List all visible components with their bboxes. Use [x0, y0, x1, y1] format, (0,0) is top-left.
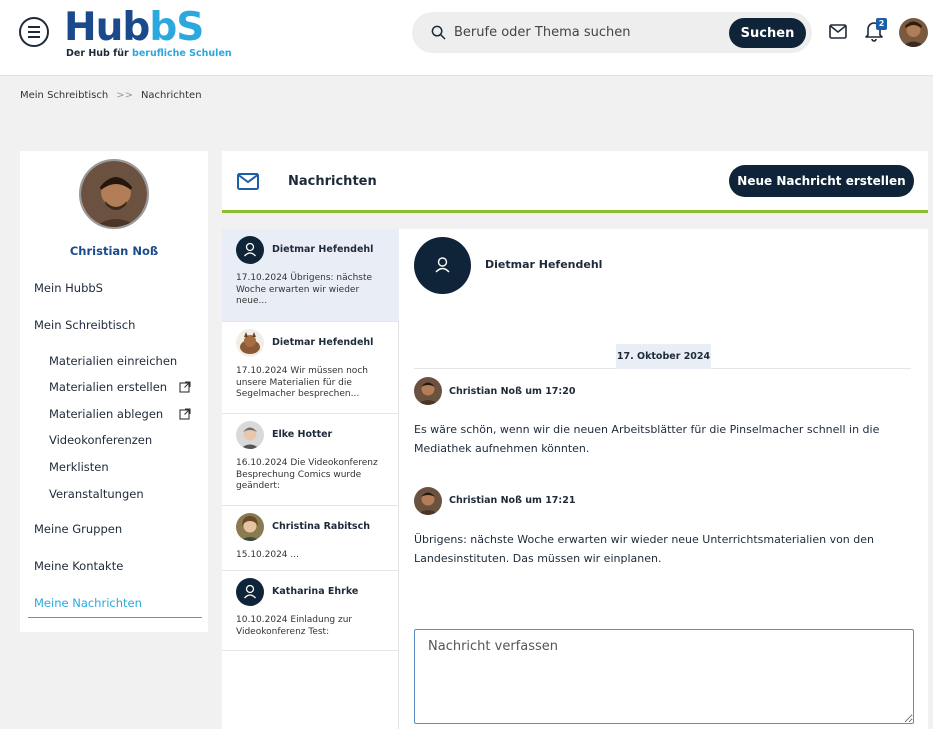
date-label: 17. Oktober 2024 [616, 344, 711, 369]
user-avatar[interactable] [899, 18, 928, 47]
breadcrumb-link-schreibtisch[interactable]: Mein Schreibtisch [20, 90, 108, 101]
nav-mein-hubbs[interactable]: Mein HubbS [34, 281, 103, 295]
search-button[interactable]: Suchen [729, 18, 806, 48]
avatar [236, 329, 264, 357]
message-composer[interactable] [414, 629, 914, 724]
breadcrumb-current: Nachrichten [140, 90, 202, 101]
message-text: Übrigens: nächste Woche erwarten wir wie… [414, 533, 874, 565]
breadcrumb-separator: >> [116, 90, 133, 101]
sidebar: Christian Noß Mein HubbS Mein Schreibtis… [20, 151, 208, 632]
conversation-item[interactable]: Christina Rabitsch 15.10.2024 ... [222, 506, 399, 571]
conversation-preview: 16.10.2024 Die Videokonferenz Besprechun… [236, 458, 378, 491]
conversation-name: Dietmar Hefendehl [272, 244, 374, 255]
profile-avatar [79, 159, 149, 229]
page-title: Nachrichten [288, 174, 377, 189]
conversation-item[interactable]: Dietmar Hefendehl 17.10.2024 Übrigens: n… [222, 229, 399, 322]
conversation-item[interactable]: Katharina Ehrke 10.10.2024 Einladung zur… [222, 571, 399, 651]
conversation-preview: 17.10.2024 Wir müssen noch unsere Materi… [236, 366, 368, 399]
nav-meine-gruppen[interactable]: Meine Gruppen [34, 522, 122, 536]
user-icon [414, 237, 471, 294]
nav-meine-nachrichten[interactable]: Meine Nachrichten [34, 596, 142, 610]
top-header: HubbS Der Hub für berufliche Schulen Suc… [0, 0, 933, 76]
conversation-item[interactable]: Dietmar Hefendehl 17.10.2024 Wir müssen … [222, 322, 399, 414]
avatar [236, 513, 264, 541]
conversation-name: Dietmar Hefendehl [272, 337, 374, 348]
nav-merklisten[interactable]: Merklisten [49, 460, 109, 474]
conversation-name: Christina Rabitsch [272, 521, 370, 532]
nav-videokonferenzen[interactable]: Videokonferenzen [49, 433, 152, 447]
chat-panel: Dietmar Hefendehl 17. Oktober 2024 Chris… [399, 229, 928, 729]
hubbs-logo[interactable]: HubbS Der Hub für berufliche Schulen [64, 6, 234, 62]
conversation-preview: 17.10.2024 Übrigens: nächste Woche erwar… [236, 273, 373, 306]
nav-veranstaltungen[interactable]: Veranstaltungen [49, 487, 144, 501]
nav-mein-schreibtisch[interactable]: Mein Schreibtisch [34, 318, 135, 332]
breadcrumb: Mein Schreibtisch >> Nachrichten [20, 90, 202, 101]
external-link-icon [179, 408, 191, 420]
nav-materialien-erstellen[interactable]: Materialien erstellen [49, 380, 167, 394]
search-bar: Suchen [412, 12, 812, 53]
envelope-icon [237, 173, 259, 190]
hamburger-menu-button[interactable] [19, 17, 49, 47]
mail-icon[interactable] [829, 24, 847, 39]
nav-meine-kontakte[interactable]: Meine Kontakte [34, 559, 123, 573]
nav-materialien-ablegen[interactable]: Materialien ablegen [49, 407, 163, 421]
new-message-button[interactable]: Neue Nachricht erstellen [729, 165, 914, 197]
message-text: Es wäre schön, wenn wir die neuen Arbeit… [414, 423, 880, 455]
profile-name: Christian Noß [69, 244, 159, 258]
conversation-item[interactable]: Elke Hotter 16.10.2024 Die Videokonferen… [222, 414, 399, 506]
search-input[interactable] [454, 12, 724, 53]
user-icon [236, 236, 264, 264]
conversation-preview: 10.10.2024 Einladung zur Videokonferenz … [236, 615, 353, 637]
active-nav-indicator [28, 617, 202, 618]
message-sender: Christian Noß um 17:20 [449, 386, 576, 397]
avatar [414, 377, 442, 405]
messages-header: Nachrichten Neue Nachricht erstellen [222, 151, 928, 213]
conversation-name: Katharina Ehrke [272, 586, 359, 597]
message-sender: Christian Noß um 17:21 [449, 495, 576, 506]
notification-badge: 2 [876, 18, 887, 30]
user-icon [236, 578, 264, 606]
avatar [414, 487, 442, 515]
conversation-list: Dietmar Hefendehl 17.10.2024 Übrigens: n… [222, 229, 399, 729]
conversation-preview: 15.10.2024 ... [236, 550, 299, 560]
external-link-icon [179, 381, 191, 393]
conversation-name: Elke Hotter [272, 429, 333, 440]
search-icon [431, 25, 446, 40]
chat-partner-name: Dietmar Hefendehl [485, 258, 603, 271]
nav-materialien-einreichen[interactable]: Materialien einreichen [49, 354, 177, 368]
avatar [236, 421, 264, 449]
